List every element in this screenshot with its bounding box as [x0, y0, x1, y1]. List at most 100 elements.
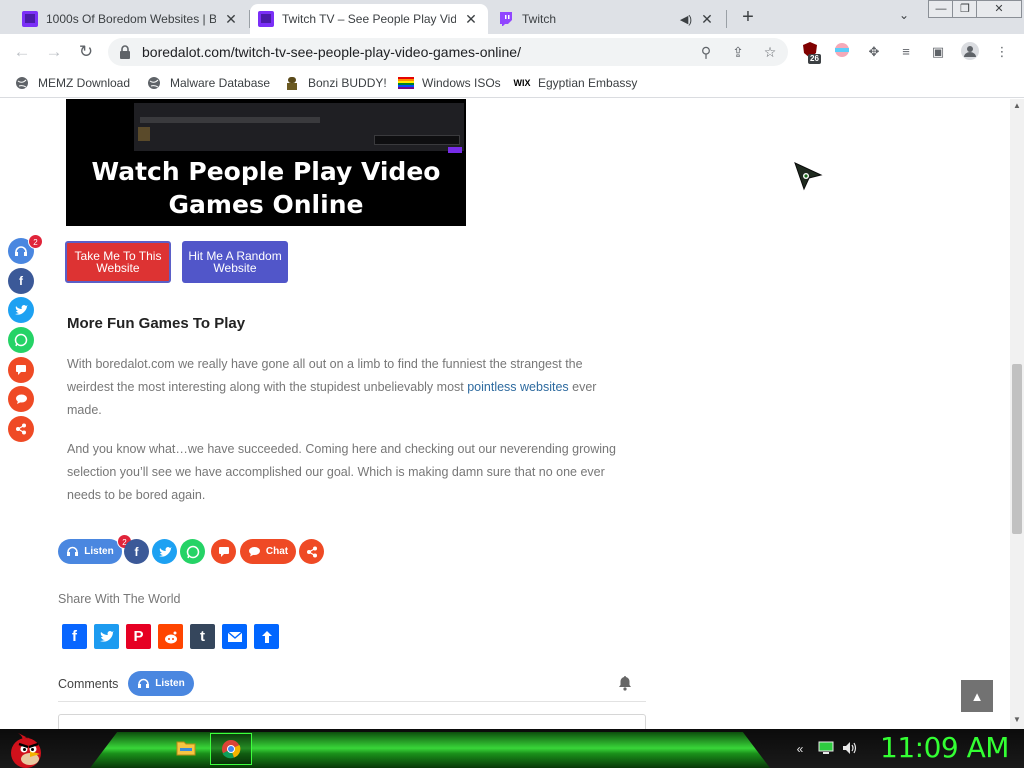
- tray-chevron-icon[interactable]: «: [792, 741, 808, 757]
- side-twitter-icon[interactable]: [8, 297, 34, 323]
- twitch-favicon-icon: [258, 11, 274, 27]
- random-website-button[interactable]: Hit Me A Random Website: [182, 241, 288, 283]
- tab-twitch-tv-active[interactable]: Twitch TV – See People Play Vide ✕: [250, 4, 488, 34]
- angry-bird-start-icon[interactable]: [6, 729, 48, 768]
- pointless-websites-link[interactable]: pointless websites: [467, 380, 568, 394]
- file-explorer-icon[interactable]: [176, 739, 196, 757]
- close-window-button[interactable]: ✕: [976, 0, 1022, 18]
- address-bar[interactable]: boredalot.com/twitch-tv-see-people-play-…: [108, 38, 788, 66]
- share-plus-icon[interactable]: [254, 624, 279, 649]
- bookmark-bonzi-buddy[interactable]: Bonzi BUDDY!: [284, 75, 387, 91]
- tab-close-icon[interactable]: ✕: [698, 10, 716, 28]
- browser-menu-icon[interactable]: ⋮: [992, 42, 1012, 62]
- headphones-icon: [67, 546, 79, 556]
- chrome-taskbar-button[interactable]: [210, 733, 252, 765]
- tab-separator: [726, 10, 727, 28]
- extension-badge: 26: [808, 54, 821, 64]
- share-facebook-icon[interactable]: f: [124, 539, 149, 564]
- bookmark-malware-database[interactable]: Malware Database: [146, 75, 270, 91]
- taskbar-clock[interactable]: 11:09 AM: [880, 731, 1009, 764]
- email-share-icon[interactable]: [222, 624, 247, 649]
- twitter-share-icon[interactable]: [94, 624, 119, 649]
- side-comment-icon[interactable]: [8, 357, 34, 383]
- tab-title: Twitch: [522, 12, 557, 26]
- comments-label: Comments: [58, 677, 119, 691]
- share-whatsapp-icon[interactable]: [180, 539, 205, 564]
- bookmark-memz[interactable]: MEMZ Download: [14, 75, 130, 91]
- rainbow-flag-icon: [398, 75, 414, 91]
- profile-avatar-icon[interactable]: [960, 42, 980, 62]
- back-to-top-button[interactable]: ▲: [961, 680, 993, 712]
- facebook-share-icon[interactable]: f: [62, 624, 87, 649]
- comment-input-box[interactable]: [58, 714, 646, 729]
- bell-icon[interactable]: [617, 675, 633, 691]
- tab-title: 1000s Of Boredom Websites | BO: [46, 12, 216, 26]
- share-comment-icon[interactable]: [211, 539, 236, 564]
- bookmark-label: MEMZ Download: [38, 76, 131, 90]
- tab-boredom-websites[interactable]: 1000s Of Boredom Websites | BO ✕: [14, 4, 248, 34]
- side-share-icon[interactable]: [8, 416, 34, 442]
- share-more-icon[interactable]: [299, 539, 324, 564]
- tab-search-chevron-icon[interactable]: ⌄: [894, 8, 914, 28]
- tab-strip: 1000s Of Boredom Websites | BO ✕ Twitch …: [0, 0, 1024, 34]
- page-viewport: Watch People Play Video Games Online Tak…: [0, 99, 1010, 729]
- lock-icon[interactable]: [118, 44, 132, 60]
- extensions-puzzle-icon[interactable]: ✥: [864, 42, 884, 62]
- url-text[interactable]: boredalot.com/twitch-tv-see-people-play-…: [142, 44, 521, 60]
- side-badge-count: 2: [28, 234, 43, 249]
- chrome-logo-icon: [222, 740, 241, 759]
- restore-button[interactable]: ❐: [952, 0, 978, 18]
- side-chat-bubble-icon[interactable]: [8, 386, 34, 412]
- speaker-icon[interactable]: ◀): [680, 13, 692, 26]
- twitch-favicon-icon: [22, 11, 38, 27]
- wix-logo-icon: WIX: [513, 78, 531, 88]
- volume-icon[interactable]: [842, 741, 858, 757]
- scroll-thumb[interactable]: [1012, 364, 1022, 534]
- tab-close-icon[interactable]: ✕: [462, 10, 480, 28]
- new-tab-button[interactable]: +: [736, 6, 760, 30]
- intro-paragraph: With boredalot.com we really have gone a…: [67, 357, 597, 417]
- reddit-share-icon[interactable]: [158, 624, 183, 649]
- listen-label: Listen: [84, 546, 114, 557]
- tumblr-share-icon[interactable]: t: [190, 624, 215, 649]
- reload-button[interactable]: ↻: [74, 40, 98, 64]
- twitch-hero-image[interactable]: Watch People Play Video Games Online: [66, 99, 466, 226]
- chat-button[interactable]: Chat: [240, 539, 296, 564]
- bookmark-label: Bonzi BUDDY!: [308, 76, 387, 90]
- share-icon[interactable]: ⇪: [728, 42, 748, 62]
- comments-listen-button[interactable]: Listen: [128, 671, 194, 696]
- headphones-icon: [15, 246, 27, 256]
- network-icon[interactable]: [818, 741, 834, 757]
- share-with-the-world-label: Share With The World: [58, 592, 181, 606]
- mouse-cursor-icon: [794, 162, 823, 191]
- bookmark-label: Egyptian Embassy: [538, 76, 638, 90]
- forward-button[interactable]: →: [42, 40, 66, 64]
- bonzi-gorilla-icon: [284, 75, 300, 91]
- bookmark-windows-isos[interactable]: Windows ISOs: [398, 75, 501, 91]
- browser-toolbar: ← → ↻ boredalot.com/twitch-tv-see-people…: [0, 34, 1024, 70]
- media-queue-icon[interactable]: ≡: [896, 42, 916, 62]
- bookmark-star-icon[interactable]: ☆: [760, 42, 780, 62]
- bookmark-egyptian-embassy[interactable]: WIX Egyptian Embassy: [513, 75, 638, 91]
- globe-icon: [146, 75, 162, 91]
- pride-extension-icon[interactable]: [832, 42, 852, 62]
- tab-title: Twitch TV – See People Play Vide: [282, 12, 456, 26]
- scroll-up-arrow-icon[interactable]: ▲: [1013, 101, 1021, 110]
- page-scrollbar[interactable]: ▲ ▼: [1010, 99, 1024, 729]
- headphones-icon: [138, 678, 150, 688]
- minimize-button[interactable]: —: [928, 0, 954, 18]
- pinterest-share-icon[interactable]: P: [126, 624, 151, 649]
- side-panel-icon[interactable]: ▣: [928, 42, 948, 62]
- listen-button[interactable]: Listen: [58, 539, 122, 564]
- side-facebook-icon[interactable]: f: [8, 268, 34, 294]
- tab-close-icon[interactable]: ✕: [222, 10, 240, 28]
- back-button[interactable]: ←: [10, 40, 34, 64]
- scroll-down-arrow-icon[interactable]: ▼: [1013, 715, 1021, 724]
- side-whatsapp-icon[interactable]: [8, 327, 34, 353]
- section-heading: More Fun Games To Play: [67, 315, 246, 332]
- share-twitter-icon[interactable]: [152, 539, 177, 564]
- tab-twitch[interactable]: Twitch ◀) ✕: [490, 4, 724, 34]
- take-me-to-website-button[interactable]: Take Me To This Website: [65, 241, 171, 283]
- hero-caption: Watch People Play Video Games Online: [91, 157, 441, 219]
- zoom-icon[interactable]: ⚲: [696, 42, 716, 62]
